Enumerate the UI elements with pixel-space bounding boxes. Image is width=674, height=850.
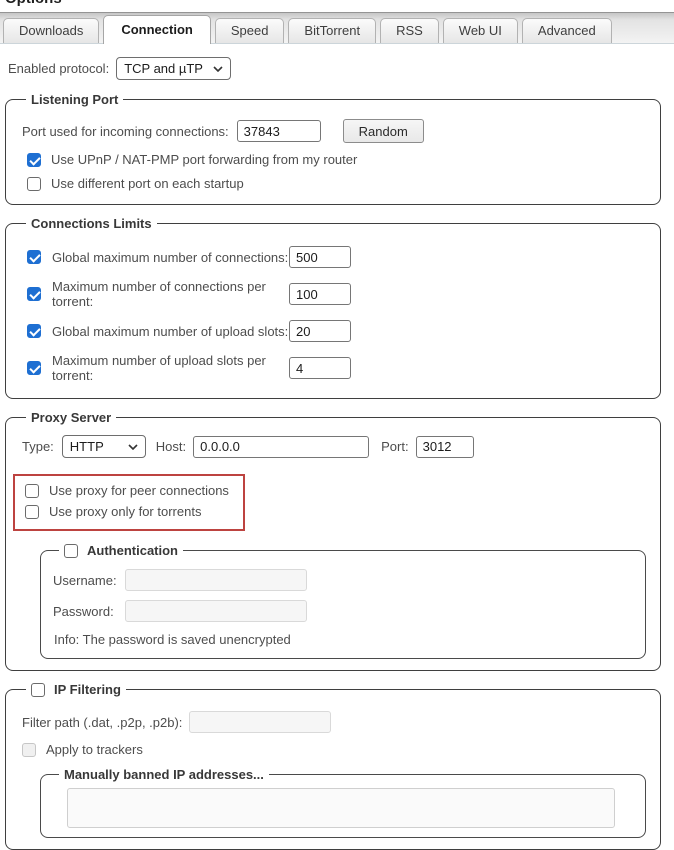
password-input bbox=[125, 600, 307, 622]
random-port-button[interactable]: Random bbox=[343, 119, 424, 143]
username-input bbox=[125, 569, 307, 591]
proxy-host-input[interactable] bbox=[193, 436, 369, 458]
global-connections-checkbox[interactable] bbox=[27, 250, 41, 264]
banned-ips-textarea bbox=[67, 788, 615, 828]
authentication-legend-label: Authentication bbox=[87, 543, 178, 558]
filter-path-input bbox=[189, 711, 331, 733]
limit-row-global-upload-slots: Global maximum number of upload slots: bbox=[27, 320, 646, 342]
proxy-host-label: Host: bbox=[156, 439, 186, 454]
proxy-peer-connections-checkbox[interactable] bbox=[25, 484, 39, 498]
upload-slots-per-torrent-checkbox[interactable] bbox=[27, 361, 41, 375]
proxy-options-highlight-box: Use proxy for peer connections Use proxy… bbox=[13, 474, 245, 531]
ip-filtering-legend-label: IP Filtering bbox=[54, 682, 121, 697]
proxy-type-select[interactable]: HTTP bbox=[62, 435, 146, 458]
tab-rss[interactable]: RSS bbox=[380, 18, 439, 43]
filter-path-label: Filter path (.dat, .p2p, .p2b): bbox=[22, 715, 182, 730]
window-title: Options bbox=[0, 0, 674, 9]
chevron-down-icon bbox=[128, 444, 138, 450]
enabled-protocol-value: TCP and µTP bbox=[124, 61, 203, 76]
ip-filtering-section: IP Filtering Filter path (.dat, .p2p, .p… bbox=[5, 682, 661, 850]
proxy-peer-connections-label: Use proxy for peer connections bbox=[49, 483, 229, 498]
incoming-port-input[interactable] bbox=[237, 120, 321, 142]
proxy-port-input[interactable] bbox=[416, 436, 474, 458]
different-port-checkbox[interactable] bbox=[27, 177, 41, 191]
upnp-label: Use UPnP / NAT-PMP port forwarding from … bbox=[51, 152, 357, 167]
password-info-text: Info: The password is saved unencrypted bbox=[54, 632, 633, 647]
limit-row-global-connections: Global maximum number of connections: bbox=[27, 246, 646, 268]
proxy-only-torrents-label: Use proxy only for torrents bbox=[49, 504, 201, 519]
global-upload-slots-checkbox[interactable] bbox=[27, 324, 41, 338]
tab-advanced[interactable]: Advanced bbox=[522, 18, 612, 43]
ip-filtering-checkbox[interactable] bbox=[31, 683, 45, 697]
enabled-protocol-select[interactable]: TCP and µTP bbox=[116, 57, 231, 80]
tab-connection[interactable]: Connection bbox=[103, 15, 211, 44]
global-connections-input[interactable] bbox=[289, 246, 351, 268]
apply-trackers-checkbox bbox=[22, 743, 36, 757]
tab-bittorrent[interactable]: BitTorrent bbox=[288, 18, 376, 43]
connections-limits-section: Connections Limits Global maximum number… bbox=[5, 216, 661, 399]
proxy-server-legend: Proxy Server bbox=[26, 410, 116, 425]
tab-speed[interactable]: Speed bbox=[215, 18, 285, 43]
upnp-checkbox[interactable] bbox=[27, 153, 41, 167]
upload-slots-per-torrent-label: Maximum number of upload slots per torre… bbox=[52, 353, 289, 383]
connections-per-torrent-input[interactable] bbox=[289, 283, 351, 305]
listening-port-legend: Listening Port bbox=[26, 92, 123, 107]
proxy-only-torrents-checkbox[interactable] bbox=[25, 505, 39, 519]
listening-port-section: Listening Port Port used for incoming co… bbox=[5, 92, 661, 205]
limit-row-connections-per-torrent: Maximum number of connections per torren… bbox=[27, 279, 646, 309]
connections-per-torrent-label: Maximum number of connections per torren… bbox=[52, 279, 289, 309]
authentication-section: Authentication Username: Password: Info:… bbox=[40, 543, 646, 659]
banned-ips-section: Manually banned IP addresses... bbox=[40, 767, 646, 838]
tab-webui[interactable]: Web UI bbox=[443, 18, 518, 43]
chevron-down-icon bbox=[213, 66, 223, 72]
password-label: Password: bbox=[53, 604, 125, 619]
global-connections-label: Global maximum number of connections: bbox=[52, 250, 289, 265]
authentication-checkbox[interactable] bbox=[64, 544, 78, 558]
connections-per-torrent-checkbox[interactable] bbox=[27, 287, 41, 301]
proxy-server-section: Proxy Server Type: HTTP Host: Port: Use … bbox=[5, 410, 661, 671]
global-upload-slots-label: Global maximum number of upload slots: bbox=[52, 324, 289, 339]
tab-bar: Downloads Connection Speed BitTorrent RS… bbox=[0, 12, 674, 44]
proxy-type-label: Type: bbox=[22, 439, 54, 454]
banned-ips-legend: Manually banned IP addresses... bbox=[59, 767, 269, 782]
proxy-type-value: HTTP bbox=[70, 439, 104, 454]
proxy-port-label: Port: bbox=[381, 439, 408, 454]
apply-trackers-label: Apply to trackers bbox=[46, 742, 143, 757]
username-label: Username: bbox=[53, 573, 125, 588]
authentication-legend: Authentication bbox=[59, 543, 183, 558]
enabled-protocol-label: Enabled protocol: bbox=[8, 61, 109, 76]
incoming-port-label: Port used for incoming connections: bbox=[22, 124, 229, 139]
tab-downloads[interactable]: Downloads bbox=[3, 18, 99, 43]
limit-row-upload-slots-per-torrent: Maximum number of upload slots per torre… bbox=[27, 353, 646, 383]
ip-filtering-legend: IP Filtering bbox=[26, 682, 126, 697]
upload-slots-per-torrent-input[interactable] bbox=[289, 357, 351, 379]
global-upload-slots-input[interactable] bbox=[289, 320, 351, 342]
different-port-label: Use different port on each startup bbox=[51, 176, 244, 191]
connections-limits-legend: Connections Limits bbox=[26, 216, 157, 231]
